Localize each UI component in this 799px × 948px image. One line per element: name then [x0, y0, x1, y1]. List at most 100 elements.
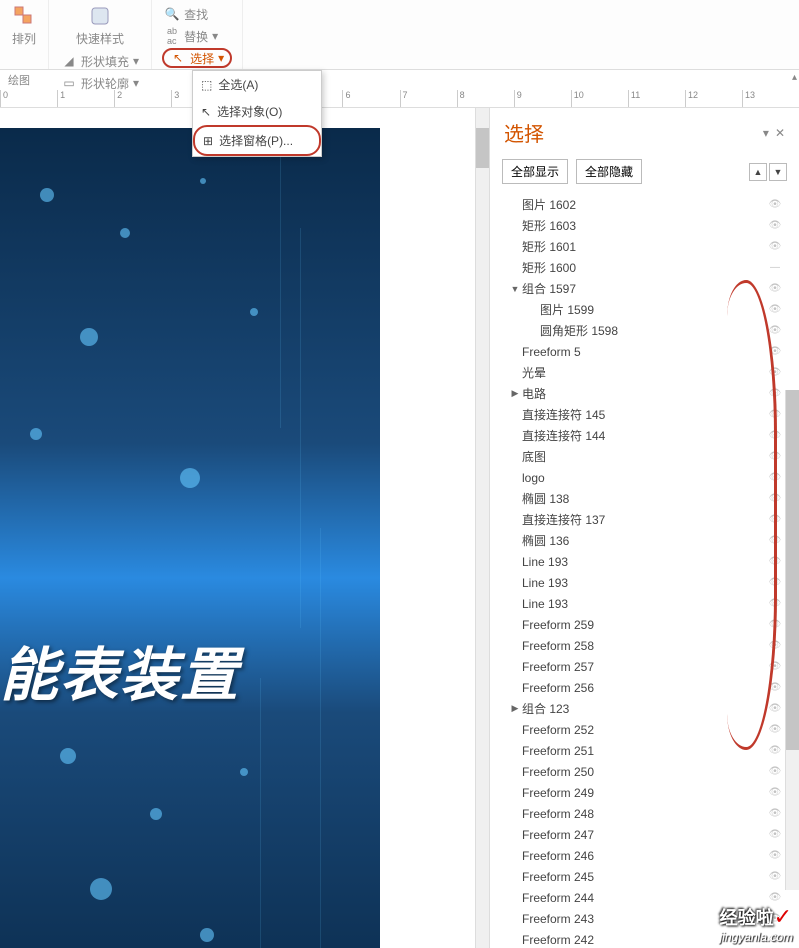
visibility-toggle-icon[interactable] — [765, 577, 785, 588]
ruler-mark: 9 — [514, 90, 571, 107]
visibility-toggle-icon[interactable] — [765, 388, 785, 399]
visibility-toggle-icon[interactable] — [765, 262, 785, 273]
list-item[interactable]: Freeform 246 — [490, 845, 799, 866]
visibility-toggle-icon[interactable] — [765, 283, 785, 294]
canvas-scrollbar[interactable] — [475, 108, 489, 948]
slide-preview[interactable]: 能表装置 — [0, 128, 380, 948]
visibility-toggle-icon[interactable] — [765, 535, 785, 546]
close-icon[interactable]: ✕ — [775, 126, 785, 140]
list-item[interactable]: Freeform 5 — [490, 341, 799, 362]
arrange-label: 排列 — [12, 30, 36, 47]
visibility-toggle-icon[interactable] — [765, 367, 785, 378]
visibility-toggle-icon[interactable] — [765, 745, 785, 756]
list-item[interactable]: 直接连接符 144 — [490, 425, 799, 446]
list-item[interactable]: Line 193 — [490, 593, 799, 614]
list-item[interactable]: logo — [490, 467, 799, 488]
visibility-toggle-icon[interactable] — [765, 199, 785, 210]
list-scrollbar-thumb[interactable] — [786, 390, 799, 750]
list-item[interactable]: ▼组合 1597 — [490, 278, 799, 299]
visibility-toggle-icon[interactable] — [765, 514, 785, 525]
expand-icon[interactable]: ▼ — [510, 284, 520, 294]
shape-fill-button[interactable]: ◢ 形状填充 ▾ — [59, 51, 141, 71]
list-item[interactable]: Freeform 248 — [490, 803, 799, 824]
visibility-toggle-icon[interactable] — [765, 640, 785, 651]
visibility-toggle-icon[interactable] — [765, 850, 785, 861]
expand-icon[interactable]: ▶ — [510, 388, 520, 399]
visibility-toggle-icon[interactable] — [765, 304, 785, 315]
list-scrollbar[interactable] — [785, 390, 799, 890]
replace-button[interactable]: abac 替换 ▾ — [162, 26, 232, 46]
list-item[interactable]: 椭圆 136 — [490, 530, 799, 551]
move-up-button[interactable]: ▲ — [749, 163, 767, 181]
arrange-button[interactable]: 排列 — [6, 2, 42, 49]
visibility-toggle-icon[interactable] — [765, 556, 785, 567]
list-item[interactable]: Freeform 257 — [490, 656, 799, 677]
visibility-toggle-icon[interactable] — [765, 724, 785, 735]
list-item[interactable]: Freeform 258 — [490, 635, 799, 656]
visibility-toggle-icon[interactable] — [765, 787, 785, 798]
visibility-toggle-icon[interactable] — [765, 325, 785, 336]
ruler-mark: 6 — [342, 90, 399, 107]
visibility-toggle-icon[interactable] — [765, 766, 785, 777]
list-item[interactable]: 矩形 1603 — [490, 215, 799, 236]
list-item[interactable]: Freeform 251 — [490, 740, 799, 761]
expand-icon[interactable]: ▶ — [510, 703, 520, 714]
object-label: 电路 — [522, 385, 546, 402]
list-item[interactable]: 直接连接符 137 — [490, 509, 799, 530]
visibility-toggle-icon[interactable] — [765, 598, 785, 609]
ribbon-collapse-icon[interactable]: ▴ — [792, 72, 797, 83]
quickstyle-button[interactable]: 快速样式 — [70, 2, 130, 49]
list-item[interactable]: Line 193 — [490, 551, 799, 572]
list-item[interactable]: 图片 1602 — [490, 194, 799, 215]
list-item[interactable]: Freeform 247 — [490, 824, 799, 845]
visibility-toggle-icon[interactable] — [765, 220, 785, 231]
select-all-item[interactable]: ⬚ 全选(A) — [193, 71, 321, 98]
visibility-toggle-icon[interactable] — [765, 451, 785, 462]
canvas-area[interactable]: 能表装置 — [0, 108, 489, 948]
list-item[interactable]: Freeform 259 — [490, 614, 799, 635]
visibility-toggle-icon[interactable] — [765, 682, 785, 693]
visibility-toggle-icon[interactable] — [765, 241, 785, 252]
replace-icon: abac — [164, 28, 180, 44]
visibility-toggle-icon[interactable] — [765, 829, 785, 840]
show-all-button[interactable]: 全部显示 — [502, 159, 568, 184]
list-item[interactable]: 圆角矩形 1598 — [490, 320, 799, 341]
list-item[interactable]: 矩形 1601 — [490, 236, 799, 257]
list-item[interactable]: 图片 1599 — [490, 299, 799, 320]
list-item[interactable]: Freeform 252 — [490, 719, 799, 740]
visibility-toggle-icon[interactable] — [765, 619, 785, 630]
list-item[interactable]: 椭圆 138 — [490, 488, 799, 509]
list-item[interactable]: 光晕 — [490, 362, 799, 383]
visibility-toggle-icon[interactable] — [765, 808, 785, 819]
visibility-toggle-icon[interactable] — [765, 871, 785, 882]
visibility-toggle-icon[interactable] — [765, 703, 785, 714]
list-item[interactable]: 矩形 1600 — [490, 257, 799, 278]
list-item[interactable]: Freeform 256 — [490, 677, 799, 698]
visibility-toggle-icon[interactable] — [765, 409, 785, 420]
select-objects-item[interactable]: ↖ 选择对象(O) — [193, 98, 321, 125]
visibility-toggle-icon[interactable] — [765, 661, 785, 672]
visibility-toggle-icon[interactable] — [765, 892, 785, 903]
find-button[interactable]: 🔍 查找 — [162, 4, 232, 24]
list-item[interactable]: Freeform 245 — [490, 866, 799, 887]
list-item[interactable]: ▶电路 — [490, 383, 799, 404]
visibility-toggle-icon[interactable] — [765, 493, 785, 504]
slide-title-text[interactable]: 能表装置 — [0, 628, 240, 712]
visibility-toggle-icon[interactable] — [765, 472, 785, 483]
pane-menu-icon[interactable]: ▾ — [763, 126, 769, 140]
select-button[interactable]: ↖ 选择 ▾ — [162, 48, 232, 68]
visibility-toggle-icon[interactable] — [765, 430, 785, 441]
ribbon-group-editing: 🔍 查找 abac 替换 ▾ ↖ 选择 ▾ — [152, 0, 243, 69]
list-item[interactable]: Freeform 249 — [490, 782, 799, 803]
list-item[interactable]: 直接连接符 145 — [490, 404, 799, 425]
visibility-toggle-icon[interactable] — [765, 346, 785, 357]
list-item[interactable]: ▶组合 123 — [490, 698, 799, 719]
object-list[interactable]: 图片 1602矩形 1603矩形 1601矩形 1600▼组合 1597图片 1… — [490, 190, 799, 948]
hide-all-button[interactable]: 全部隐藏 — [576, 159, 642, 184]
list-item[interactable]: 底图 — [490, 446, 799, 467]
list-item[interactable]: Line 193 — [490, 572, 799, 593]
list-item[interactable]: Freeform 250 — [490, 761, 799, 782]
scrollbar-thumb[interactable] — [476, 128, 489, 168]
selection-pane-item[interactable]: ⊞ 选择窗格(P)... — [193, 125, 321, 156]
move-down-button[interactable]: ▼ — [769, 163, 787, 181]
